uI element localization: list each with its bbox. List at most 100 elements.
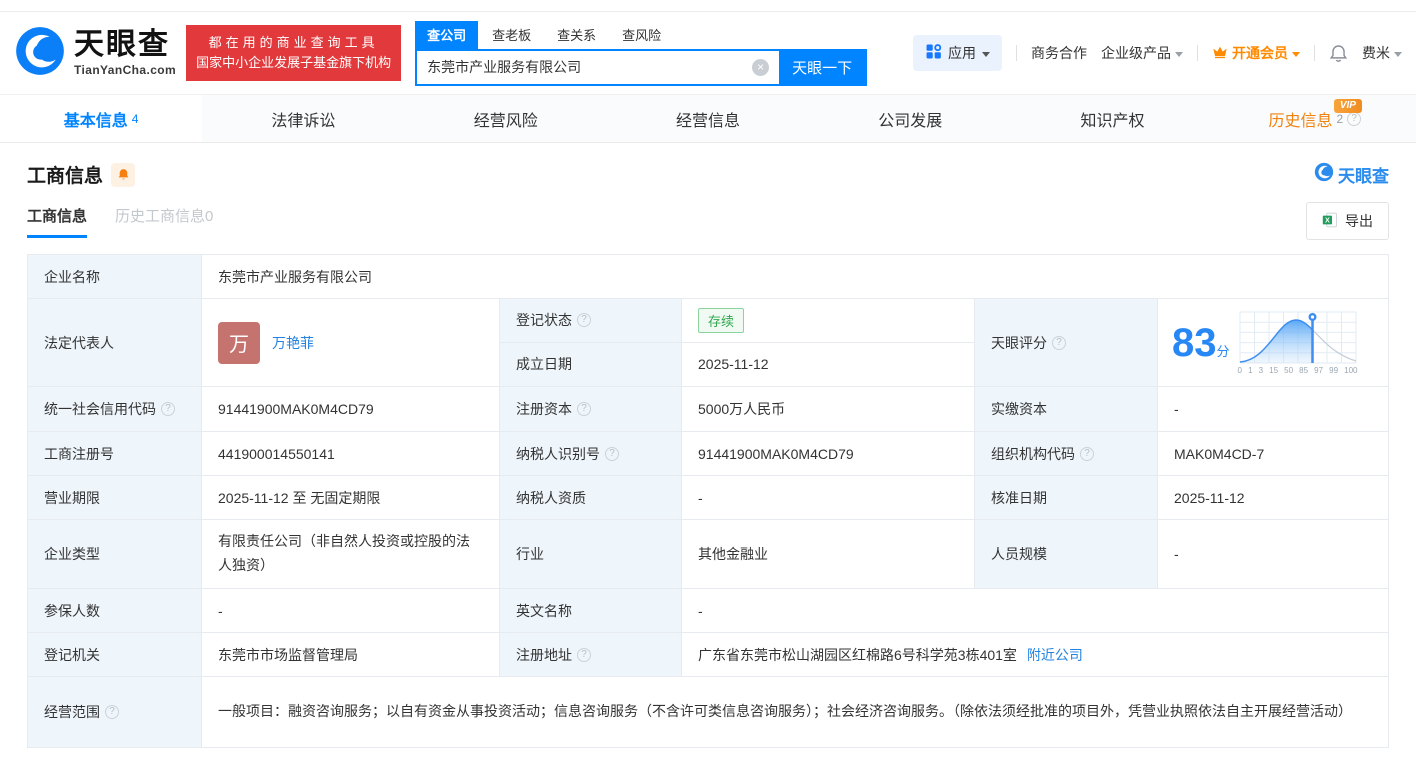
field-value: 441900014550141 [202, 432, 500, 475]
site-header: 天眼查 TianYanCha.com 都在用的商业查询工具 国家中小企业发展子基… [0, 0, 1416, 94]
search-button[interactable]: 天眼一下 [779, 50, 866, 84]
field-value: - [202, 589, 500, 632]
promo-line2: 国家中小企业发展子基金旗下机构 [196, 55, 392, 70]
search-tab-risk[interactable]: 查风险 [610, 21, 673, 49]
table-row-credit-code: 统一社会信用代码 91441900MAK0M4CD79 注册资本 5000万人民… [28, 387, 1388, 432]
open-vip-button[interactable]: 开通会员 [1212, 43, 1300, 63]
nav-enterprise-label: 企业级产品 [1101, 45, 1171, 61]
field-label: 行业 [500, 520, 682, 588]
tab-basic-info[interactable]: 基本信息 4 [0, 95, 203, 142]
field-label: 参保人数 [28, 589, 202, 632]
reg-address-cell: 广东省东莞市松山湖园区红棉路6号科学苑3栋401室 附近公司 [682, 633, 1388, 676]
nav-cooperation[interactable]: 商务合作 [1031, 43, 1087, 63]
legal-rep-avatar[interactable]: 万 [218, 321, 260, 364]
field-value: 2025-11-12 至 无固定期限 [202, 476, 500, 519]
field-label-with-help: 组织机构代码 [975, 432, 1158, 475]
crown-icon [1212, 45, 1228, 62]
help-icon[interactable] [605, 446, 619, 461]
field-value: - [1158, 387, 1388, 431]
tianyancha-logo[interactable]: 天眼查 TianYanCha.com [14, 25, 176, 82]
search-input[interactable] [417, 50, 753, 84]
chevron-down-icon [1175, 51, 1183, 57]
tab-intellectual-property[interactable]: 知识产权 [1011, 95, 1213, 142]
notification-bell-icon[interactable] [1329, 44, 1348, 63]
help-icon[interactable] [1347, 111, 1362, 126]
nav-divider [1016, 45, 1017, 61]
search-tab-boss[interactable]: 查老板 [480, 21, 543, 49]
top-nav: 应用 商务合作 企业级产品 开通会员 费米 [913, 35, 1402, 71]
tab-label: 历史信息 [1268, 112, 1333, 130]
table-row-company-name: 企业名称 东莞市产业服务有限公司 [28, 255, 1388, 299]
help-icon[interactable] [577, 313, 591, 328]
score-distribution-chart: 0 1 3 15 50 85 97 99 100 [1238, 311, 1358, 375]
search-tab-relation[interactable]: 查关系 [545, 21, 608, 49]
field-label-with-help: 经营范围 [28, 677, 202, 747]
field-label: 注册资本 [516, 401, 572, 417]
search-tab-company[interactable]: 查公司 [415, 20, 479, 49]
tab-label: 知识产权 [1080, 112, 1145, 130]
field-value: 存续 [682, 299, 974, 342]
apps-label: 应用 [948, 45, 976, 61]
brand-name: 天眼查 [74, 28, 170, 61]
help-icon[interactable] [577, 402, 591, 416]
nearby-companies-link[interactable]: 附近公司 [1027, 645, 1083, 665]
field-value: - [682, 589, 1388, 632]
field-value: MAK0M4CD-7 [1158, 432, 1388, 475]
field-value: 2025-11-12 [682, 342, 974, 386]
subtab-history-business-info[interactable]: 历史工商信息0 [115, 205, 213, 238]
tab-count: 4 [131, 111, 139, 126]
field-value: 广东省东莞市松山湖园区红棉路6号科学苑3栋401室 [698, 646, 1017, 663]
legal-rep-cell: 万 万艳菲 [202, 299, 500, 386]
tab-label: 公司发展 [878, 112, 943, 130]
status-date-column: 登记状态 存续 成立日期 2025-11-12 [500, 299, 975, 386]
nav-divider [1197, 45, 1198, 61]
score-cell: 83分 0 1 3 15 50 85 97 99 100 [1158, 299, 1388, 386]
field-label: 纳税人资质 [500, 476, 682, 519]
table-row-insured-count: 参保人数 - 英文名称 - [28, 589, 1388, 633]
help-icon[interactable] [1080, 446, 1094, 461]
clear-search-icon[interactable] [752, 58, 770, 76]
nav-enterprise[interactable]: 企业级产品 [1101, 43, 1183, 63]
business-info-table: 企业名称 东莞市产业服务有限公司 法定代表人 万 万艳菲 登记状态 存续 成立日… [27, 254, 1389, 748]
help-icon[interactable] [1052, 335, 1066, 350]
user-menu[interactable]: 费米 [1362, 43, 1402, 63]
field-value: 其他金融业 [682, 520, 975, 588]
field-label: 成立日期 [500, 342, 682, 386]
chevron-down-icon [1394, 51, 1402, 57]
tab-legal-litigation[interactable]: 法律诉讼 [202, 95, 404, 142]
promo-banner: 都在用的商业查询工具 国家中小企业发展子基金旗下机构 [186, 24, 402, 82]
field-label: 英文名称 [500, 589, 682, 632]
field-value: 东莞市产业服务有限公司 [202, 255, 1388, 298]
field-label: 注册地址 [516, 646, 572, 663]
status-badge: 存续 [698, 307, 745, 333]
help-icon[interactable] [577, 647, 591, 662]
tab-operating-info[interactable]: 经营信息 [607, 95, 809, 142]
promo-line1: 都在用的商业查询工具 [208, 34, 379, 50]
field-label-with-help: 注册资本 [500, 387, 682, 431]
field-label-with-help: 统一社会信用代码 [28, 387, 202, 431]
tab-label: 基本信息 [63, 112, 128, 130]
legal-rep-link[interactable]: 万艳菲 [272, 333, 314, 353]
score-unit: 分 [1216, 343, 1230, 359]
chevron-down-icon [982, 51, 990, 57]
tab-history-info[interactable]: VIP 历史信息 2 [1214, 95, 1416, 142]
subtab-business-info[interactable]: 工商信息 [27, 205, 88, 238]
help-icon[interactable] [105, 705, 119, 719]
username: 费米 [1362, 45, 1390, 61]
tianyancha-logo-icon [1314, 162, 1334, 187]
field-label: 登记状态 [516, 312, 572, 329]
field-value: 91441900MAK0M4CD79 [682, 432, 975, 475]
field-label-with-help: 登记状态 [500, 299, 682, 342]
table-row-business-term: 营业期限 2025-11-12 至 无固定期限 纳税人资质 - 核准日期 202… [28, 476, 1388, 520]
tab-company-development[interactable]: 公司发展 [809, 95, 1011, 142]
help-icon[interactable] [161, 402, 175, 416]
field-label: 核准日期 [975, 476, 1158, 519]
tab-operating-risk[interactable]: 经营风险 [405, 95, 607, 142]
tab-count: 2 [1336, 111, 1344, 126]
apps-grid-icon [925, 43, 942, 63]
field-label: 人员规模 [975, 520, 1158, 588]
apps-menu-button[interactable]: 应用 [913, 35, 1002, 71]
export-button[interactable]: X 导出 [1306, 202, 1389, 240]
company-tab-bar: 基本信息 4 法律诉讼 经营风险 经营信息 公司发展 知识产权 VIP 历史信息… [0, 94, 1416, 143]
monitor-bell-button[interactable] [111, 162, 136, 187]
